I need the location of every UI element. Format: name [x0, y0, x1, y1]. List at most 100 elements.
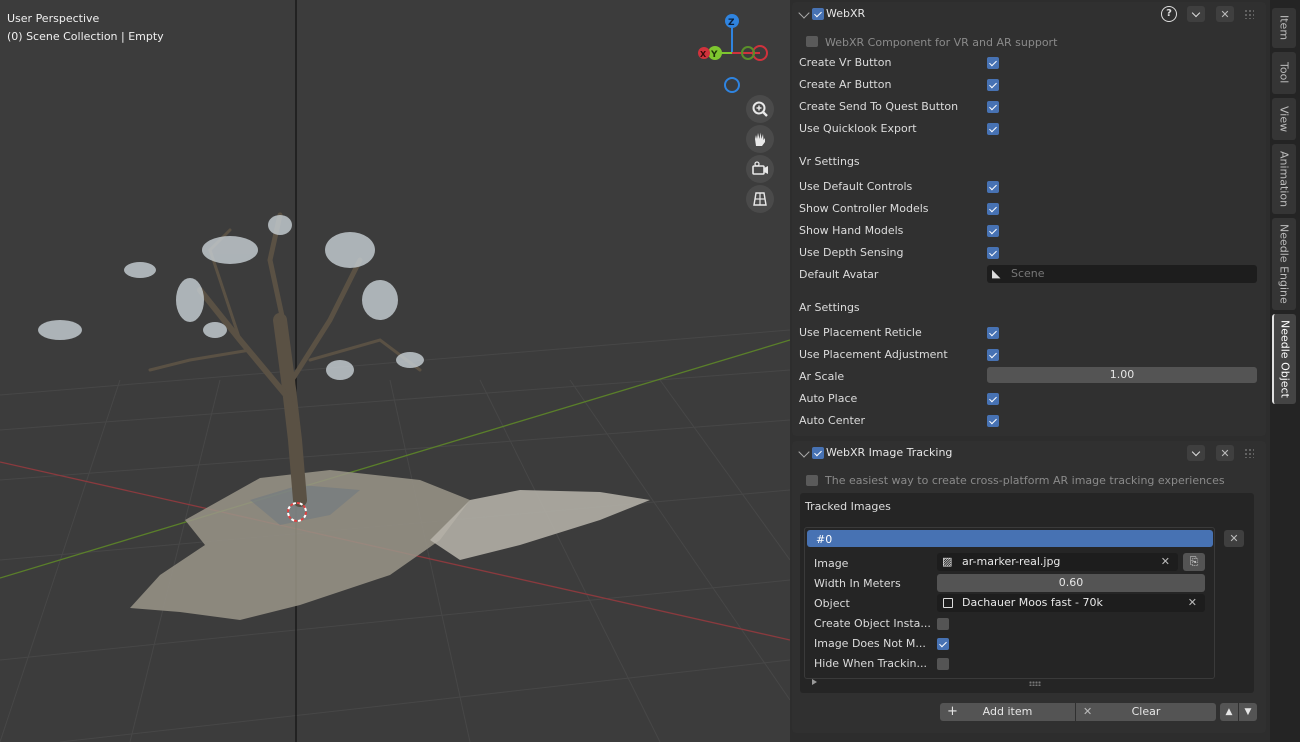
resize-handle-icon[interactable]: [1029, 681, 1041, 686]
image-tracking-header[interactable]: WebXR Image Tracking ✕: [792, 441, 1266, 465]
option-label: Hide When Trackin...: [814, 657, 927, 670]
tab-needle-engine[interactable]: Needle Engine: [1272, 218, 1296, 310]
option-label: Show Hand Models: [799, 224, 904, 237]
gizmo-x-label: X: [700, 50, 707, 59]
scene-collection-label: (0) Scene Collection | Empty: [7, 30, 164, 43]
ar-scale-label: Ar Scale: [799, 370, 845, 383]
clear-image-icon[interactable]: ✕: [1161, 553, 1170, 571]
option-checkbox[interactable]: [987, 123, 999, 135]
remove-component-icon[interactable]: ✕: [1216, 6, 1234, 22]
image-file-icon: ▨: [942, 555, 953, 568]
option-label: Use Placement Reticle: [799, 326, 922, 339]
plus-icon: +: [947, 704, 958, 719]
option-label: Use Placement Adjustment: [799, 348, 948, 361]
option-checkbox[interactable]: [987, 415, 999, 427]
ar-settings-heading: Ar Settings: [799, 301, 860, 314]
new-image-icon[interactable]: ⎘: [1183, 553, 1205, 571]
info-icon: [806, 36, 818, 47]
add-item-label: Add item: [982, 705, 1033, 718]
image-label: Image: [814, 557, 849, 570]
move-up-icon[interactable]: ▲: [1220, 703, 1238, 721]
image-tracking-enable-checkbox[interactable]: [812, 447, 824, 459]
option-label: Use Depth Sensing: [799, 246, 904, 259]
drag-handle-icon[interactable]: [1244, 448, 1254, 458]
item-header[interactable]: #0: [807, 530, 1213, 547]
image-tracking-section: WebXR Image Tracking ✕ The easiest way t…: [792, 441, 1266, 733]
neg-z-axis-icon[interactable]: [724, 77, 740, 93]
ar-scale-field[interactable]: 1.00: [987, 367, 1257, 383]
vr-settings-heading: Vr Settings: [799, 155, 860, 168]
remove-component-icon[interactable]: ✕: [1216, 445, 1234, 461]
option-checkbox[interactable]: [937, 618, 949, 630]
webxr-header[interactable]: WebXR ? ✕: [792, 2, 1266, 26]
object-label: Object: [814, 597, 850, 610]
hand-pan-icon[interactable]: [746, 125, 774, 153]
option-label: Create Send To Quest Button: [799, 100, 959, 113]
image-tracking-info-text: The easiest way to create cross-platform…: [825, 474, 1225, 487]
object-field[interactable]: Dachauer Moos fast - 70k ✕: [937, 594, 1205, 612]
option-label: Create Vr Button: [799, 56, 892, 69]
avatar-placeholder: Scene: [1011, 267, 1045, 280]
move-down-icon[interactable]: ▼: [1239, 703, 1257, 721]
option-checkbox[interactable]: [987, 349, 999, 361]
dropdown-icon[interactable]: [1187, 6, 1205, 22]
option-checkbox[interactable]: [987, 247, 999, 259]
tracked-images-heading: Tracked Images: [805, 500, 891, 513]
properties-panel: WebXR ? ✕ WebXR Component for VR and AR …: [790, 0, 1270, 742]
option-checkbox[interactable]: [937, 658, 949, 670]
option-label: Show Controller Models: [799, 202, 929, 215]
collapse-chevron-icon[interactable]: [798, 7, 810, 19]
tab-needle-object[interactable]: Needle Object: [1272, 314, 1296, 404]
scene-canvas[interactable]: [0, 0, 790, 742]
tab-tool[interactable]: Tool: [1272, 52, 1296, 94]
option-checkbox[interactable]: [987, 57, 999, 69]
option-label: Use Default Controls: [799, 180, 913, 193]
zoom-icon[interactable]: [746, 95, 774, 123]
width-field[interactable]: 0.60: [937, 574, 1205, 592]
option-checkbox[interactable]: [937, 638, 949, 650]
tab-item[interactable]: Item: [1272, 8, 1296, 48]
orientation-gizmo[interactable]: Z Y X: [690, 8, 780, 98]
add-item-button[interactable]: + Add item: [940, 703, 1075, 721]
option-checkbox[interactable]: [987, 327, 999, 339]
option-label: Create Object Insta...: [814, 617, 931, 630]
image-tracking-title: WebXR Image Tracking: [826, 446, 953, 459]
dropdown-icon[interactable]: [1187, 445, 1205, 461]
expand-triangle-icon[interactable]: [812, 679, 817, 685]
option-checkbox[interactable]: [987, 181, 999, 193]
clear-x-icon: ✕: [1083, 705, 1093, 718]
clear-button[interactable]: ✕ Clear: [1076, 703, 1216, 721]
tab-view[interactable]: View: [1272, 98, 1296, 140]
tracked-image-item: #0 Image ▨ ar-marker-real.jpg ✕ ⎘ Width …: [804, 527, 1215, 679]
webxr-info-text: WebXR Component for VR and AR support: [825, 36, 1058, 49]
webxr-enable-checkbox[interactable]: [812, 8, 824, 20]
view-mode-label: User Perspective: [7, 12, 100, 25]
option-checkbox[interactable]: [987, 393, 999, 405]
collapse-chevron-icon[interactable]: [798, 446, 810, 458]
image-value: ar-marker-real.jpg: [962, 555, 1061, 568]
option-checkbox[interactable]: [987, 203, 999, 215]
option-checkbox[interactable]: [987, 101, 999, 113]
3d-viewport[interactable]: User Perspective (0) Scene Collection | …: [0, 0, 790, 742]
camera-icon[interactable]: [746, 155, 774, 183]
option-checkbox[interactable]: [987, 79, 999, 91]
help-icon[interactable]: ?: [1161, 6, 1177, 22]
gizmo-z-label: Z: [728, 18, 735, 28]
clear-object-icon[interactable]: ✕: [1188, 594, 1197, 612]
drag-handle-icon[interactable]: [1244, 9, 1254, 19]
option-checkbox[interactable]: [987, 225, 999, 237]
width-label: Width In Meters: [814, 577, 901, 590]
option-label: Auto Place: [799, 392, 858, 405]
default-avatar-label: Default Avatar: [799, 268, 879, 281]
option-label: Create Ar Button: [799, 78, 892, 91]
grid-ortho-icon[interactable]: [746, 185, 774, 213]
tracked-images-box: Tracked Images #0 Image ▨ ar-marker-real…: [800, 493, 1254, 693]
object-cube-icon: [943, 598, 953, 608]
remove-item-icon[interactable]: ✕: [1224, 530, 1244, 547]
default-avatar-field[interactable]: ◣ Scene: [987, 265, 1257, 283]
option-label: Use Quicklook Export: [799, 122, 917, 135]
image-field[interactable]: ▨ ar-marker-real.jpg ✕: [937, 553, 1178, 571]
webxr-title: WebXR: [826, 7, 866, 20]
webxr-section: WebXR ? ✕ WebXR Component for VR and AR …: [792, 2, 1266, 436]
tab-animation[interactable]: Animation: [1272, 144, 1296, 214]
